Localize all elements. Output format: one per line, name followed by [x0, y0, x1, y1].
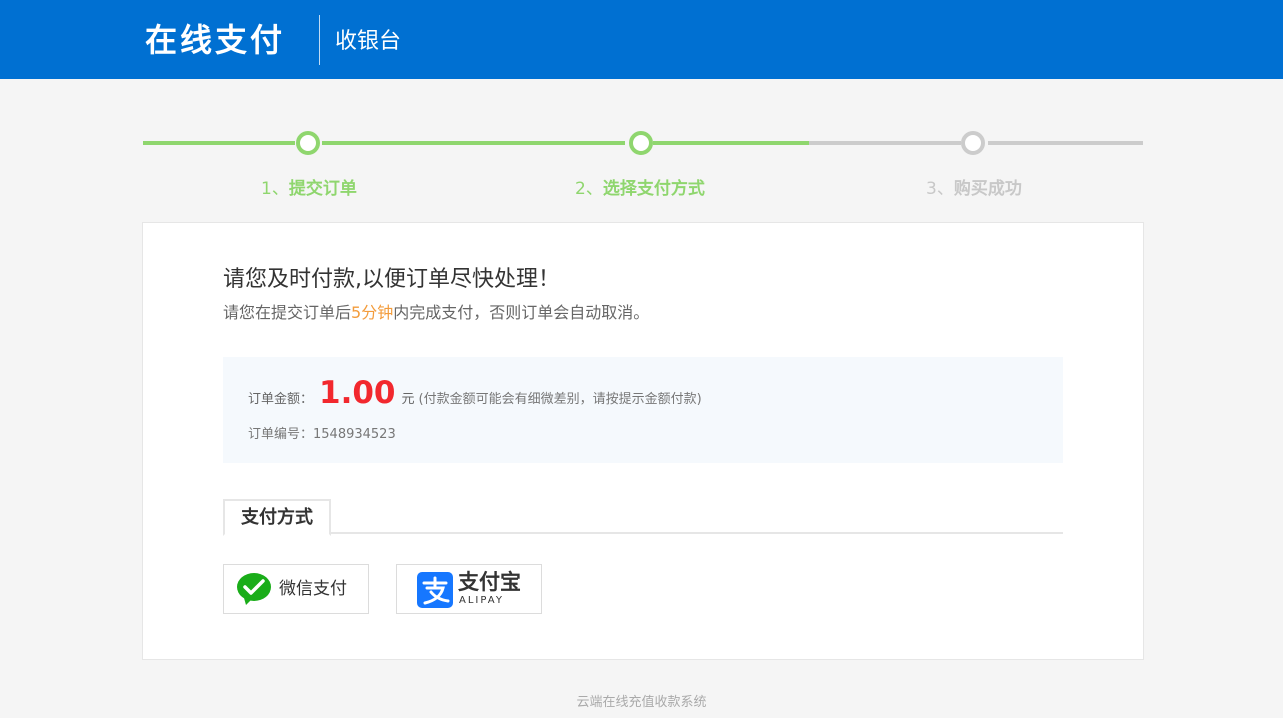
step-line-3b: [809, 141, 961, 145]
wechat-pay-icon: [236, 572, 272, 610]
brand-logo: 在线支付: [145, 21, 286, 59]
alipay-sublabel: ALIPAY: [459, 595, 504, 606]
brand-divider: [319, 15, 320, 65]
step-dot-2: [629, 131, 653, 155]
step-number: 3、: [926, 179, 954, 199]
amount-label: 订单金额：: [248, 392, 314, 407]
order-number-value: 1548934523: [313, 427, 396, 442]
footer-text: 云端在线充值收款系统: [576, 695, 707, 710]
amount-note: (付款金额可能会有细微差别，请按提示金额付款): [418, 392, 702, 407]
step-text: 选择支付方式: [602, 179, 705, 199]
amount-row: 订单金额： 1.00 元 (付款金额可能会有细微差别，请按提示金额付款): [248, 375, 702, 415]
wechat-pay-label: 微信支付: [279, 579, 347, 599]
notice-title: 请您及时付款,以便订单尽快处理！: [223, 267, 560, 292]
step-label-1: 1、提交订单: [261, 177, 357, 201]
step-dot-3: [961, 131, 985, 155]
step-text: 提交订单: [288, 179, 357, 199]
step-line-3a: [653, 141, 809, 145]
alipay-button[interactable]: 支付宝 ALIPAY: [396, 564, 542, 614]
step-line-1: [143, 141, 295, 145]
notice-time-limit: 5分钟: [351, 303, 394, 322]
step-number: 1、: [261, 179, 289, 199]
step-number: 2、: [575, 179, 603, 199]
order-summary: 订单金额： 1.00 元 (付款金额可能会有细微差别，请按提示金额付款) 订单编…: [223, 357, 1063, 463]
step-label-3: 3、购买成功: [926, 177, 1022, 201]
alipay-label: 支付宝: [458, 570, 521, 594]
order-number-label: 订单编号：: [248, 427, 314, 442]
amount-value: 1.00: [319, 375, 396, 411]
order-number-row: 订单编号：1548934523: [248, 423, 396, 442]
payment-tabs: 支付方式: [223, 499, 1063, 536]
amount-unit: 元: [401, 392, 415, 407]
step-line-4: [988, 141, 1143, 145]
tab-payment-method[interactable]: 支付方式: [223, 499, 331, 536]
step-text: 购买成功: [953, 179, 1022, 199]
step-line-2: [322, 141, 625, 145]
brand-subtitle: 收银台: [335, 29, 402, 54]
notice-sub-after: 内完成支付，否则订单会自动取消。: [393, 303, 650, 322]
step-dot-1: [296, 131, 320, 155]
notice-sub-before: 请您在提交订单后: [223, 303, 352, 322]
wechat-pay-button[interactable]: 微信支付: [223, 564, 369, 614]
header-bar: 在线支付 收银台: [0, 0, 1283, 79]
alipay-icon: [417, 572, 453, 612]
progress-steps: 1、提交订单 2、选择支付方式 3、购买成功: [143, 130, 1143, 210]
step-label-2: 2、选择支付方式: [575, 177, 705, 201]
payment-card: 请您及时付款,以便订单尽快处理！ 请您在提交订单后5分钟内完成支付，否则订单会自…: [142, 222, 1144, 660]
notice-subtitle: 请您在提交订单后5分钟内完成支付，否则订单会自动取消。: [223, 301, 649, 325]
